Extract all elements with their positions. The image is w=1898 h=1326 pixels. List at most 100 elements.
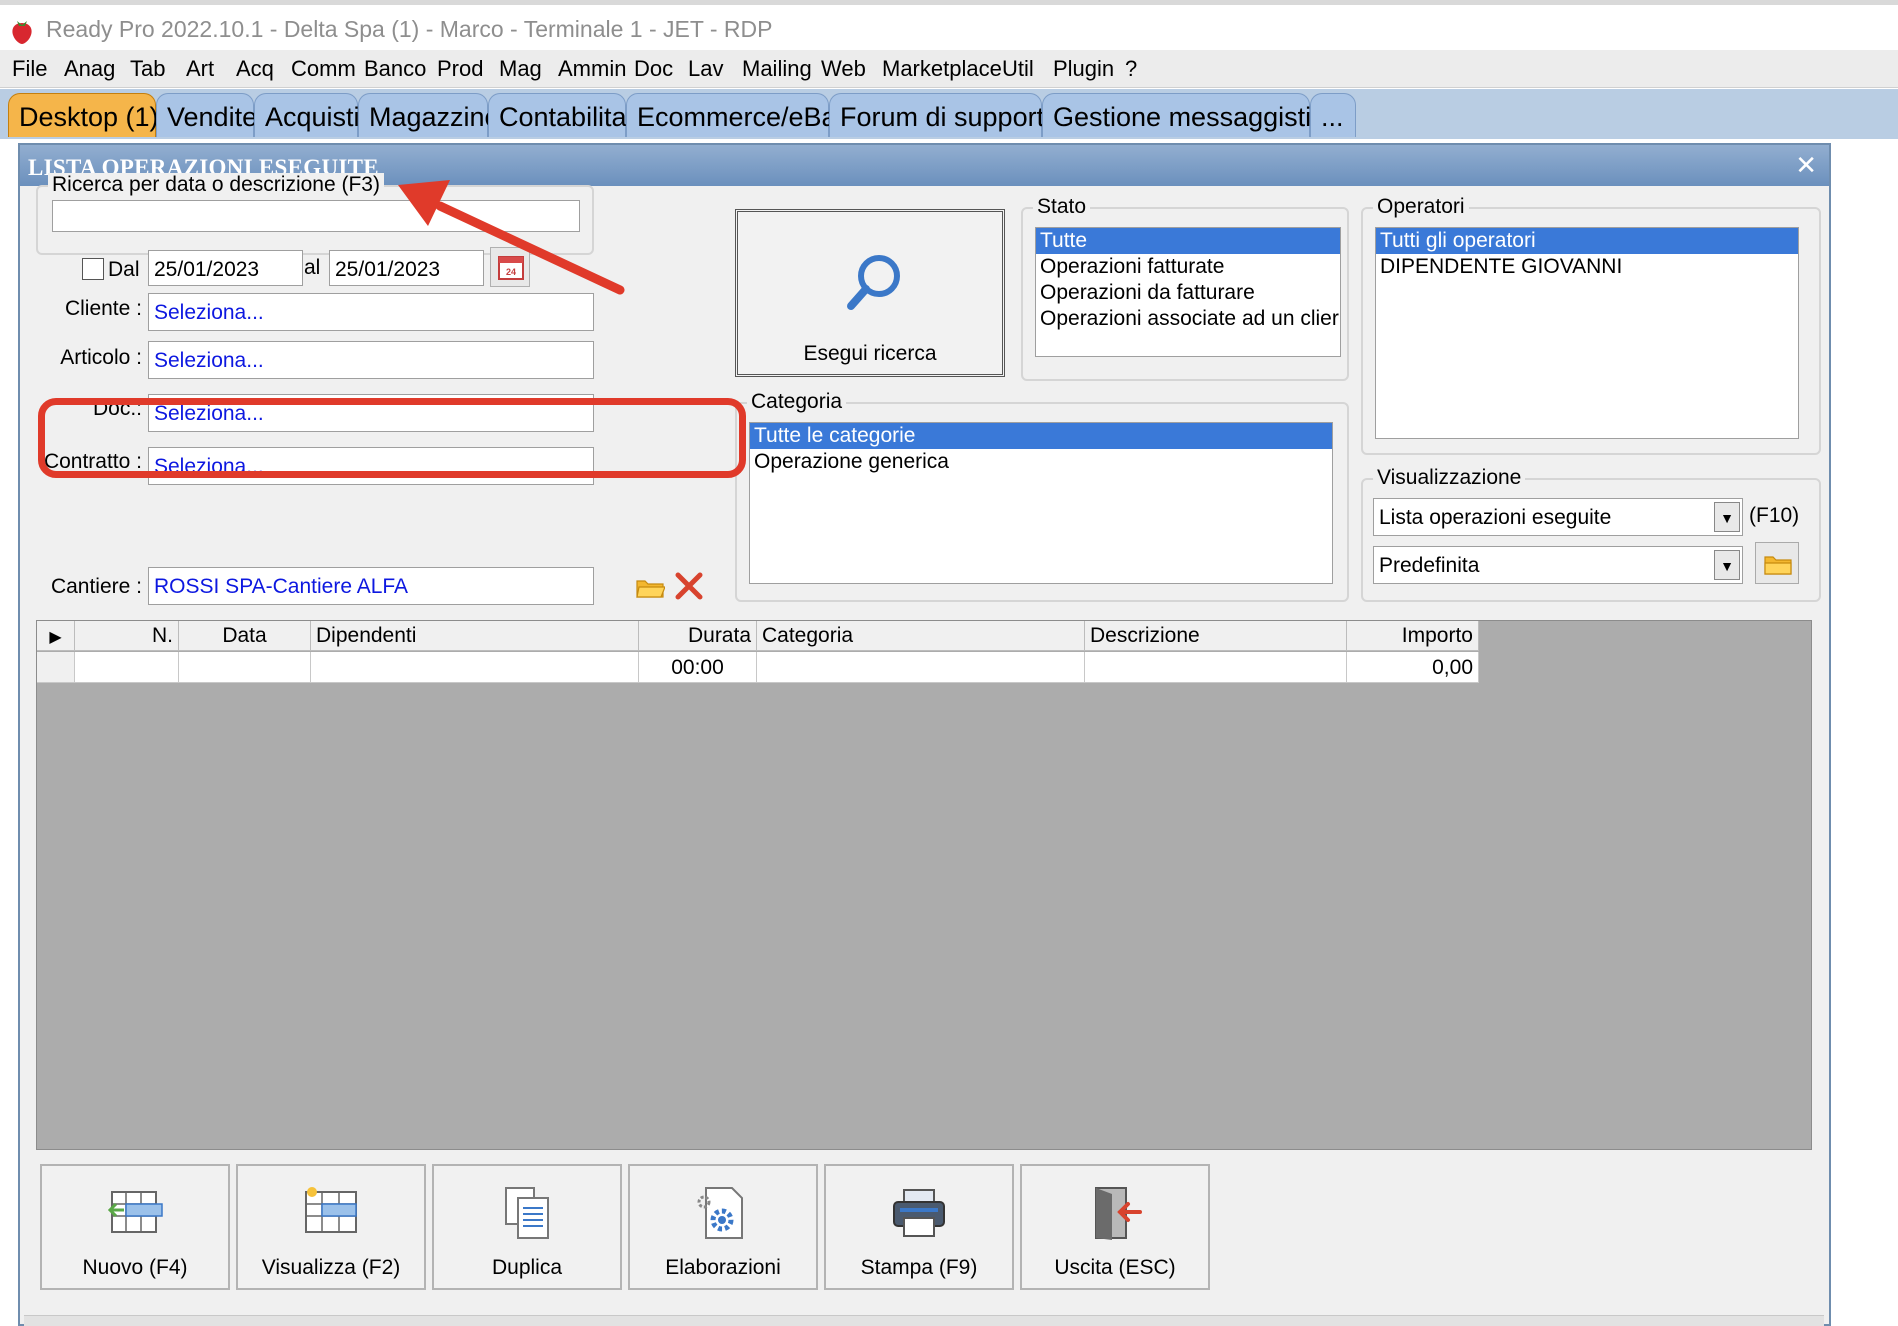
folder-open-icon[interactable] (635, 575, 665, 599)
stato-legend: Stato (1033, 195, 1091, 219)
stato-item-da-fatturare[interactable]: Operazioni da fatturare (1036, 280, 1340, 306)
operatori-list[interactable]: Tutti gli operatori DIPENDENTE GIOVANNI (1375, 227, 1799, 439)
nuovo-label: Nuovo (F4) (82, 1256, 188, 1279)
calendar-button[interactable]: 24 (490, 247, 530, 287)
operatori-item-giovanni[interactable]: DIPENDENTE GIOVANNI (1376, 254, 1798, 280)
column-header-importo[interactable]: Importo (1347, 621, 1479, 651)
search-icon (847, 255, 900, 310)
elaborazioni-label: Elaborazioni (665, 1256, 781, 1279)
date-from-input[interactable]: 25/01/2023 (148, 250, 303, 286)
exit-door-icon (1095, 1187, 1142, 1240)
stato-list[interactable]: Tutte Operazioni fatturate Operazioni da… (1035, 227, 1341, 357)
view-select[interactable]: Lista operazioni eseguite ▼ (1373, 498, 1743, 536)
menu-prod[interactable]: Prod (437, 56, 483, 82)
operatori-item-tutti[interactable]: Tutti gli operatori (1376, 228, 1798, 254)
menu-comm[interactable]: Comm (291, 56, 356, 82)
menu-ammin[interactable]: Ammin (558, 56, 626, 82)
column-header-durata[interactable]: Durata (639, 621, 757, 651)
column-header-descrizione[interactable]: Descrizione (1085, 621, 1347, 651)
search-legend: Ricerca per data o descrizione (F3) (48, 173, 384, 197)
tab-forum-supporto[interactable]: Forum di supporto (829, 93, 1059, 137)
cantiere-label: Cantiere : (50, 575, 142, 598)
tab-desktop[interactable]: Desktop (1) (8, 93, 159, 137)
calendar-icon: 24 (498, 256, 524, 280)
stato-item-tutte[interactable]: Tutte (1036, 228, 1340, 254)
operatori-legend: Operatori (1373, 195, 1469, 219)
menu-banco[interactable]: Banco (364, 56, 426, 82)
esegui-ricerca-button[interactable]: Esegui ricerca (735, 209, 1005, 377)
menu-util[interactable]: Util (1002, 56, 1034, 82)
view-table-icon (305, 1187, 357, 1233)
column-header-categoria[interactable]: Categoria (757, 621, 1085, 651)
table-cell-importo[interactable]: 0,00 (1347, 652, 1479, 683)
close-icon[interactable]: ✕ (1795, 152, 1817, 178)
visualizzazione-legend: Visualizzazione (1373, 466, 1526, 490)
nuovo-button[interactable]: Nuovo (F4) (40, 1164, 230, 1290)
table-cell-data[interactable] (179, 652, 311, 683)
search-input[interactable] (52, 200, 580, 232)
layout-select[interactable]: Predefinita ▼ (1373, 546, 1743, 584)
clear-x-icon[interactable] (674, 571, 704, 601)
categoria-item-generica[interactable]: Operazione generica (750, 449, 1332, 475)
stato-item-associate[interactable]: Operazioni associate ad un clier (1036, 306, 1340, 332)
menu-anag[interactable]: Anag (64, 56, 115, 82)
operations-grid[interactable]: ▶ N. Data Dipendenti Durata Categoria De… (36, 620, 1812, 1150)
view-shortcut-label: (F10) (1749, 504, 1800, 527)
cantiere-input[interactable]: ROSSI SPA-Cantiere ALFA (148, 567, 594, 605)
duplicate-doc-icon (505, 1187, 549, 1239)
stato-group: Stato Tutte Operazioni fatturate Operazi… (1021, 195, 1349, 381)
stampa-button[interactable]: Stampa (F9) (824, 1164, 1014, 1290)
categoria-list[interactable]: Tutte le categorie Operazione generica (749, 422, 1333, 584)
date-filter-checkbox[interactable] (82, 258, 104, 280)
menu-mailing[interactable]: Mailing (742, 56, 812, 82)
tab-contabilita[interactable]: Contabilita' (488, 93, 632, 137)
printer-icon (893, 1189, 945, 1237)
window-title: Ready Pro 2022.10.1 - Delta Spa (1) - Ma… (46, 16, 773, 42)
duplica-button[interactable]: Duplica (432, 1164, 622, 1290)
uscita-button[interactable]: Uscita (ESC) (1020, 1164, 1210, 1290)
visualizza-button[interactable]: Visualizza (F2) (236, 1164, 426, 1290)
categoria-group: Categoria Tutte le categorie Operazione … (735, 390, 1349, 602)
menu-help[interactable]: ? (1125, 56, 1137, 82)
menu-lav[interactable]: Lav (688, 56, 723, 82)
column-header-n[interactable]: N. (75, 621, 179, 651)
search-group: Ricerca per data o descrizione (F3) (36, 173, 594, 255)
layout-folder-button[interactable] (1755, 542, 1799, 584)
elaborazioni-button[interactable]: Elaborazioni (628, 1164, 818, 1290)
chevron-down-icon[interactable]: ▼ (1714, 502, 1740, 532)
menu-web[interactable]: Web (821, 56, 866, 82)
menu-mag[interactable]: Mag (499, 56, 542, 82)
menu-art[interactable]: Art (186, 56, 214, 82)
tab-magazzino[interactable]: Magazzino (358, 93, 500, 137)
categoria-legend: Categoria (747, 390, 847, 414)
articolo-input[interactable]: Seleziona... (148, 341, 594, 379)
tab-gestione-messaggistica[interactable]: Gestione messaggistica (1042, 93, 1340, 137)
table-cell-dipendenti[interactable] (311, 652, 639, 683)
table-cell-n[interactable] (75, 652, 179, 683)
menu-acq[interactable]: Acq (236, 56, 274, 82)
stato-item-fatturate[interactable]: Operazioni fatturate (1036, 254, 1340, 280)
tab-vendite[interactable]: Vendite (156, 93, 257, 137)
table-cell-categoria[interactable] (757, 652, 1085, 683)
articolo-label: Articolo : (60, 346, 142, 369)
date-to-input[interactable]: 25/01/2023 (329, 250, 484, 286)
table-cell-durata[interactable]: 00:00 (639, 652, 757, 683)
tab-acquisti[interactable]: Acquisti (254, 93, 360, 137)
column-header-dipendenti[interactable]: Dipendenti (311, 621, 639, 651)
menu-marketplace[interactable]: Marketplace (882, 56, 1002, 82)
menu-doc[interactable]: Doc (634, 56, 673, 82)
menu-plugin[interactable]: Plugin (1053, 56, 1114, 82)
tab-more[interactable]: ... (1310, 93, 1356, 137)
tab-ecommerce-ebay[interactable]: Ecommerce/eBay (626, 93, 850, 137)
row-selector[interactable] (37, 652, 75, 683)
column-header-data[interactable]: Data (179, 621, 311, 651)
categoria-item-tutte[interactable]: Tutte le categorie (750, 423, 1332, 449)
chevron-down-icon[interactable]: ▼ (1714, 550, 1740, 580)
cliente-input[interactable]: Seleziona... (148, 293, 594, 331)
table-cell-descrizione[interactable] (1085, 652, 1347, 683)
uscita-label: Uscita (ESC) (1054, 1256, 1176, 1279)
esegui-ricerca-label: Esegui ricerca (803, 342, 937, 365)
menu-tab[interactable]: Tab (130, 56, 165, 82)
menu-file[interactable]: File (12, 56, 47, 82)
folder-icon (1764, 556, 1792, 575)
